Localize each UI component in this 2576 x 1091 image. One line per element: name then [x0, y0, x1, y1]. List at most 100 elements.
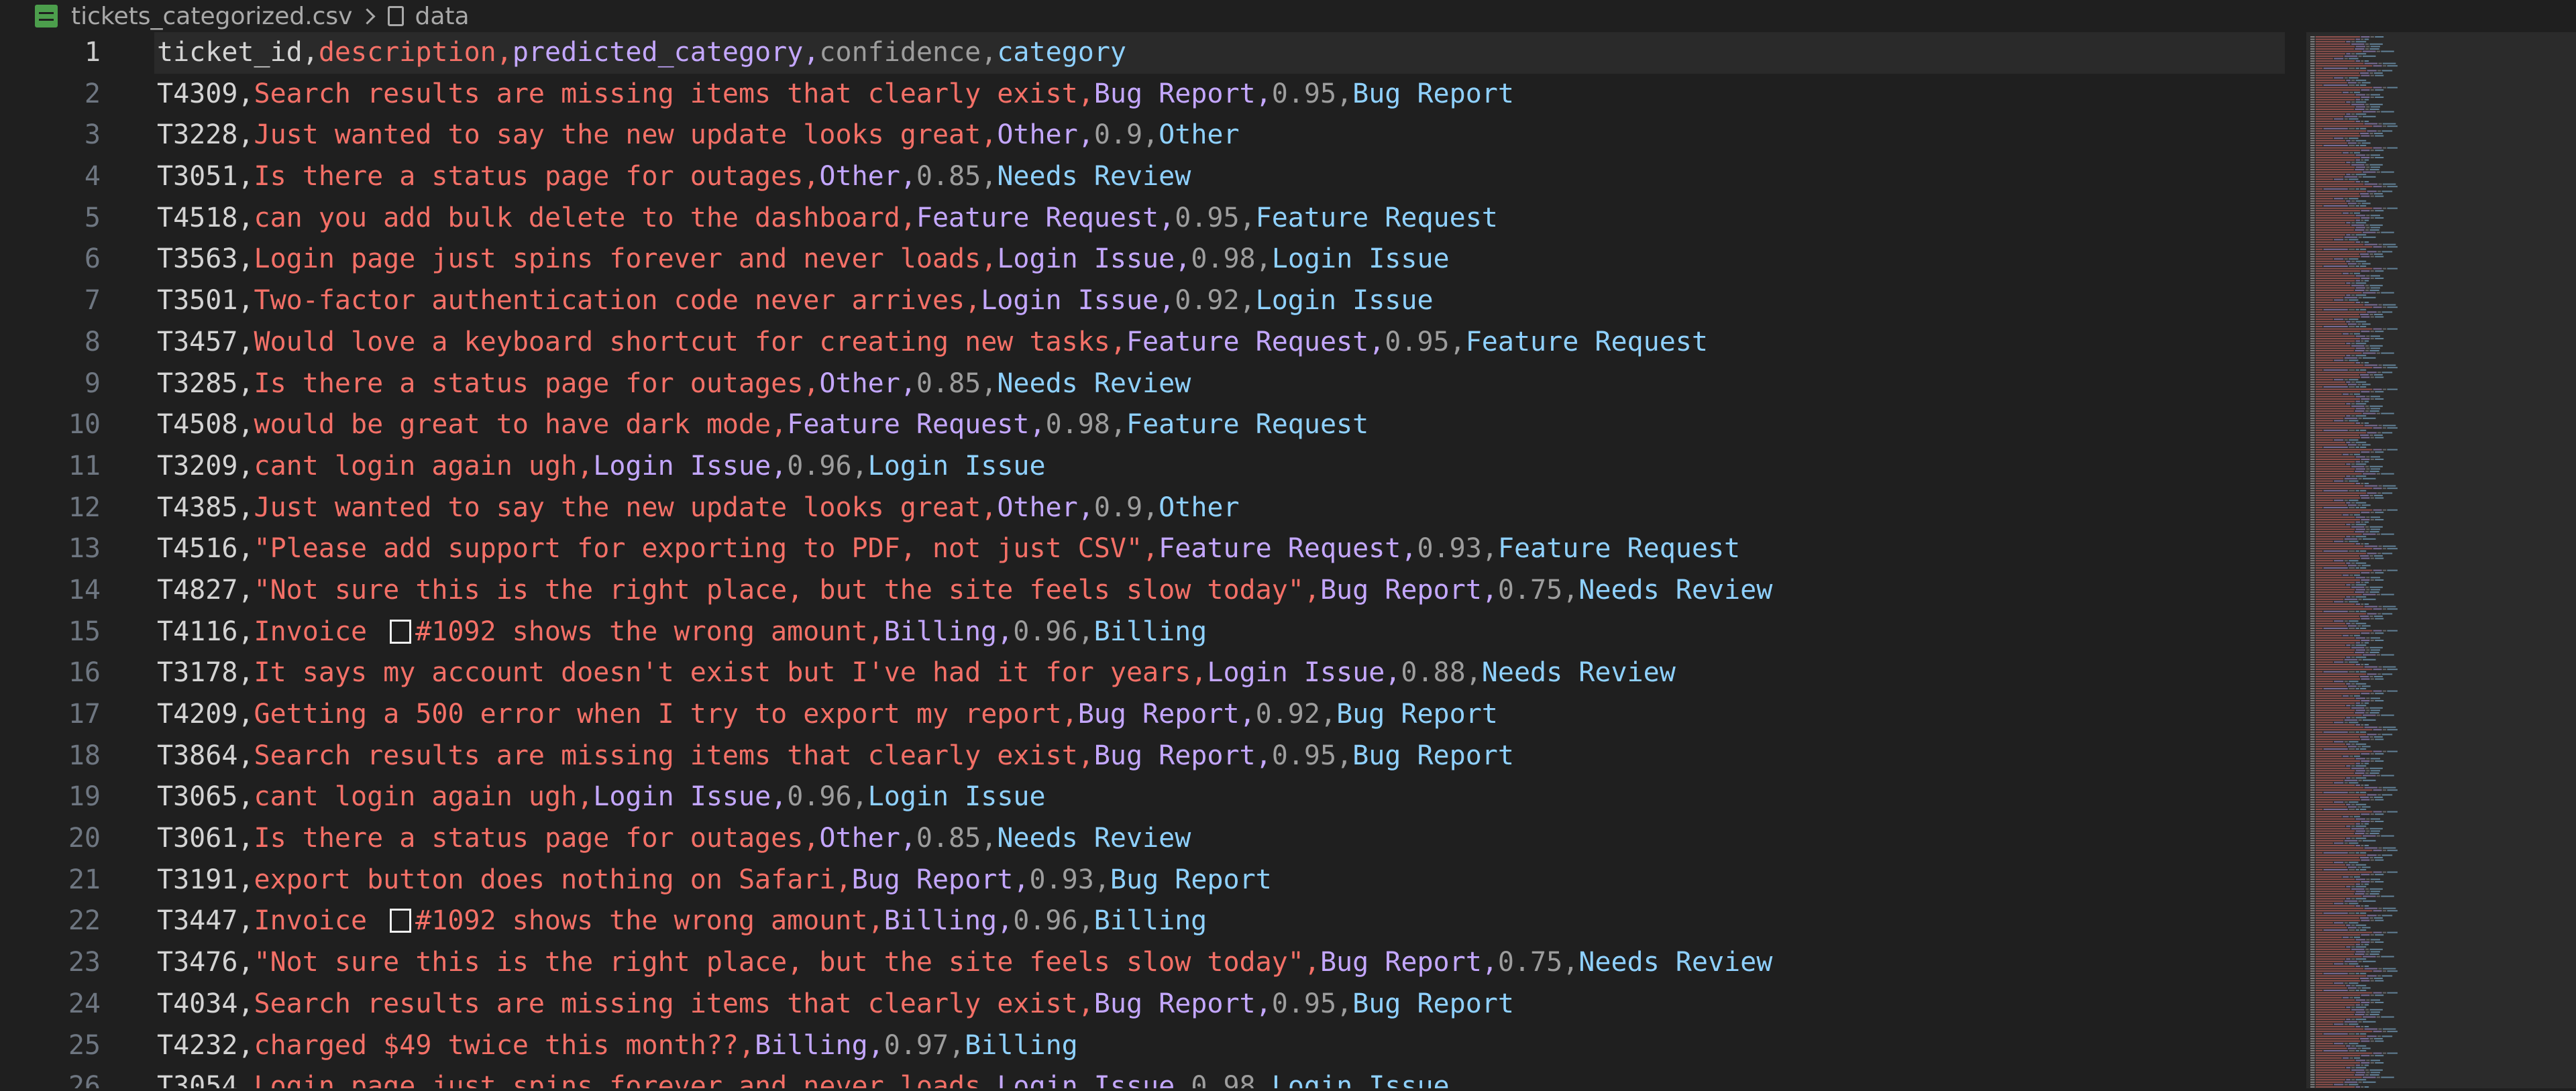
editor-line[interactable]: 25 T4232,charged $49 twice this month??,B… — [0, 1025, 2308, 1067]
csv-cell: Login Issue — [1255, 285, 1434, 317]
csv-cell: cant login again ugh — [254, 781, 578, 813]
editor-line[interactable]: 23 T3476,"Not sure this is the right plac… — [0, 942, 2308, 984]
editor-line[interactable]: 20 T3061,Is there a status page for outag… — [0, 818, 2308, 860]
editor-line[interactable]: 12 T4385,Just wanted to say the new updat… — [0, 487, 2308, 529]
line-content: T4034,Search results are missing items t… — [157, 988, 1514, 1019]
editor-line[interactable]: 3 T3228,Just wanted to say the new update… — [0, 115, 2308, 156]
editor-line[interactable]: 8 T3457,Would love a keyboard shortcut fo… — [0, 322, 2308, 363]
line-content: T4309,Search results are missing items t… — [157, 78, 1514, 109]
csv-cell: predicted_category — [512, 37, 804, 68]
csv-cell: T4232 — [157, 1029, 238, 1061]
csv-cell: T4508 — [157, 409, 238, 441]
csv-cell: 0.9 — [1093, 119, 1143, 151]
csv-cell: Is there a status page for outages — [254, 823, 804, 854]
editor-line[interactable]: 15 T4116,Invoice #1092 shows the wrong am… — [0, 612, 2308, 653]
csv-cell: Login page just spins forever and never … — [254, 1071, 981, 1088]
csv-cell: 0.98 — [1191, 243, 1256, 275]
minimap[interactable] — [2306, 32, 2576, 1090]
csv-cell: Feature Request — [1497, 533, 1741, 565]
csv-cell: "Please add support for exporting to PDF… — [254, 533, 1143, 565]
editor-line[interactable]: 9 T3285,Is there a status page for outage… — [0, 363, 2308, 405]
breadcrumb: tickets_categorized.csv data — [0, 0, 2308, 32]
editor-line[interactable]: 5 T4518,can you add bulk delete to the da… — [0, 198, 2308, 239]
editor-line[interactable]: 4 T3051,Is there a status page for outage… — [0, 156, 2308, 198]
line-number: 25 — [68, 1029, 101, 1061]
editor-line[interactable]: 6 T3563,Login page just spins forever and… — [0, 239, 2308, 280]
line-number: 9 — [84, 367, 101, 399]
csv-cell: 0.95 — [1271, 988, 1337, 1019]
csv-cell: Is there a status page for outages — [254, 367, 804, 399]
csv-cell: Bug Report — [1110, 864, 1272, 895]
csv-cell: T4516 — [157, 533, 238, 565]
line-content: T3864,Search results are missing items t… — [157, 740, 1514, 771]
csv-cell: Billing — [1093, 616, 1208, 647]
line-content: T3065,cant login again ugh,Login Issue,0… — [157, 781, 1046, 813]
editor-line[interactable]: 13 T4516,"Please add support for exportin… — [0, 528, 2308, 570]
line-content: T3054,Login page just spins forever and … — [154, 1066, 2285, 1088]
csv-cell: Search results are missing items that cl… — [254, 988, 1078, 1019]
csv-cell: Billing — [965, 1029, 1078, 1061]
csv-cell: T3563 — [157, 243, 238, 275]
csv-cell: Search results are missing items that cl… — [254, 740, 1078, 771]
line-number: 2 — [84, 78, 101, 109]
csv-cell: 0.75 — [1497, 947, 1563, 978]
csv-cell: Other — [1159, 119, 1240, 151]
csv-cell: Feature Request — [1159, 533, 1401, 565]
line-number: 17 — [68, 699, 101, 730]
csv-cell: Login Issue — [1271, 1071, 1450, 1088]
csv-cell: Feature Request — [1465, 326, 1708, 357]
csv-cell: Feature Request — [1126, 326, 1369, 357]
csv-cell: T4209 — [157, 699, 238, 730]
editor-line[interactable]: 21 T3191,export button does nothing on Sa… — [0, 860, 2308, 901]
editor-line[interactable]: 2 T4309,Search results are missing items … — [0, 74, 2308, 115]
csv-cell: 0.97 — [883, 1029, 949, 1061]
editor-line[interactable]: 1 ticket_id,description,predicted_categor… — [0, 32, 2308, 74]
line-content: T3447,Invoice #1092 shows the wrong amou… — [157, 905, 1208, 937]
editor-line[interactable]: 14 T4827,"Not sure this is the right plac… — [0, 570, 2308, 612]
line-number: 12 — [68, 492, 101, 523]
line-number: 3 — [84, 119, 101, 151]
csv-cell: 0.92 — [1255, 699, 1320, 730]
csv-cell: T3457 — [157, 326, 238, 357]
line-content: T3209,cant login again ugh,Login Issue,0… — [157, 450, 1046, 481]
editor-line[interactable]: 17 T4209,Getting a 500 error when I try t… — [0, 694, 2308, 736]
csv-cell: confidence — [819, 37, 981, 68]
csv-cell: Login Issue — [997, 1071, 1175, 1088]
breadcrumb-symbol[interactable]: data — [388, 3, 470, 30]
csv-cell: T4309 — [157, 78, 238, 109]
line-content: T3061,Is there a status page for outages… — [157, 823, 1191, 854]
editor-line[interactable]: 18 T3864,Search results are missing items… — [0, 736, 2308, 777]
csv-cell: 0.93 — [1029, 864, 1094, 895]
line-number: 5 — [84, 202, 101, 233]
csv-cell: Other — [819, 823, 900, 854]
csv-file-icon — [35, 5, 58, 27]
csv-cell: Just wanted to say the new update looks … — [254, 492, 981, 523]
csv-cell: Billing — [883, 905, 998, 937]
editor-line[interactable]: 22 T3447,Invoice #1092 shows the wrong am… — [0, 901, 2308, 942]
editor-line[interactable]: 16 T3178,It says my account doesn't exist… — [0, 652, 2308, 694]
editor-line[interactable]: 24 T4034,Search results are missing items… — [0, 984, 2308, 1025]
editor-line[interactable]: 7 T3501,Two-factor authentication code ne… — [0, 280, 2308, 322]
csv-cell: charged $49 twice this month?? — [254, 1029, 739, 1061]
breadcrumb-file[interactable]: tickets_categorized.csv — [0, 3, 352, 30]
editor-line[interactable]: 26 T3054,Login page just spins forever an… — [0, 1066, 2308, 1088]
csv-cell: Other — [1159, 492, 1240, 523]
line-content: ticket_id,description,predicted_category… — [154, 32, 2285, 74]
csv-cell: T3178 — [157, 657, 238, 689]
csv-cell: 0.96 — [1013, 905, 1078, 937]
line-number: 26 — [68, 1071, 101, 1088]
minimap-slider[interactable] — [2306, 32, 2576, 1088]
csv-cell: 0.88 — [1401, 657, 1466, 689]
editor-line[interactable]: 11 T3209,cant login again ugh,Login Issue… — [0, 446, 2308, 487]
csv-cell: description — [318, 37, 496, 68]
code-editor[interactable]: 1 ticket_id,description,predicted_categor… — [0, 32, 2308, 1088]
csv-cell: 0.9 — [1093, 492, 1143, 523]
csv-cell: T3209 — [157, 450, 238, 481]
editor-line[interactable]: 19 T3065,cant login again ugh,Login Issue… — [0, 777, 2308, 818]
csv-cell: 0.85 — [916, 367, 981, 399]
line-content: T3285,Is there a status page for outages… — [157, 367, 1191, 399]
csv-cell: can you add bulk delete to the dashboard — [254, 202, 900, 233]
csv-cell: Is there a status page for outages — [254, 161, 804, 192]
csv-cell: Bug Report — [851, 864, 1014, 895]
editor-line[interactable]: 10 T4508,would be great to have dark mode… — [0, 404, 2308, 446]
